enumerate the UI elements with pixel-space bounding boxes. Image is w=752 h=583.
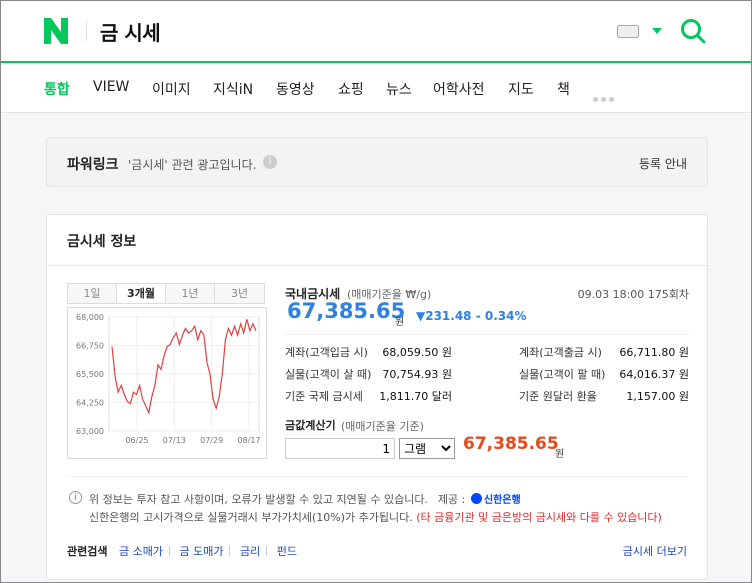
price-change: ▼231.48 - 0.34% bbox=[416, 309, 527, 323]
notice-text: 위 정보는 투자 참고 사항이며, 오류가 발생할 수 있고 지연될 수 있습니… bbox=[89, 493, 428, 506]
header-divider bbox=[86, 21, 87, 41]
divider bbox=[285, 334, 689, 335]
info-icon: i bbox=[69, 491, 82, 504]
y-tick-label: 63,000 bbox=[76, 427, 104, 436]
card-title: 금시세 정보 bbox=[67, 234, 137, 250]
powerlink-title: 파워링크 bbox=[67, 157, 119, 173]
rate-value: 70,754.93 원 bbox=[382, 368, 452, 381]
price-chart: 68,000 66,750 65,500 64,250 63,000 06/25 07/13… bbox=[67, 307, 267, 459]
related-searches: 관련검색 금 소매가 금 도매가 금리 펀드 bbox=[67, 543, 297, 559]
more-tabs-icon[interactable] bbox=[593, 87, 617, 106]
rate-row: 실물(고객이 살 때) 70,754.93 원 bbox=[285, 366, 452, 381]
related-link[interactable]: 펀드 bbox=[277, 545, 297, 558]
current-price: 67,385.65 bbox=[287, 299, 406, 323]
notice-line-2: 신한은행의 고시가격으로 실물거래시 부가가치세(10%)가 추가됩니다. (타… bbox=[89, 509, 662, 525]
tab-video[interactable]: 동영상 bbox=[276, 79, 315, 99]
rate-row: 기준 국제 금시세 1,811.70 달러 bbox=[285, 388, 452, 403]
x-tick-label: 06/25 bbox=[125, 436, 148, 445]
search-tabs: 통합 VIEW 이미지 지식iN 동영상 쇼핑 뉴스 어학사전 지도 책 bbox=[0, 65, 752, 113]
rate-value: 64,016.37 원 bbox=[619, 368, 689, 381]
notice-line-1: 위 정보는 투자 참고 사항이며, 오류가 발생할 수 있고 지연될 수 있습니… bbox=[89, 491, 521, 507]
period-tab-1d[interactable]: 1일 bbox=[68, 284, 117, 303]
rate-value: 68,059.50 원 bbox=[382, 346, 452, 359]
y-tick-label: 65,500 bbox=[76, 370, 104, 379]
powerlink-banner: 파워링크 '금시세' 관련 광고입니다. i 등록 안내 bbox=[46, 137, 708, 187]
rate-label: 기준 원달러 환율 bbox=[519, 390, 597, 403]
divider bbox=[47, 265, 707, 266]
domestic-date: 09.03 18:00 175회차 bbox=[577, 288, 689, 301]
search-icon[interactable] bbox=[680, 18, 706, 44]
y-tick-label: 68,000 bbox=[76, 313, 104, 322]
powerlink-desc: '금시세' 관련 광고입니다. bbox=[128, 158, 257, 172]
rate-label: 계좌(고객입금 시) bbox=[285, 346, 368, 359]
period-tab-3m[interactable]: 3개월 bbox=[117, 284, 166, 303]
register-link[interactable]: 등록 안내 bbox=[639, 155, 687, 172]
rate-label: 실물(고객이 팔 때) bbox=[519, 368, 606, 381]
tab-news[interactable]: 뉴스 bbox=[386, 79, 412, 99]
domestic-price-panel: 국내금시세 (매매기준율 ₩/g) 09.03 18:00 175회차 67,3… bbox=[285, 283, 689, 463]
period-tab-3y[interactable]: 3년 bbox=[215, 284, 264, 303]
related-link[interactable]: 금 도매가 bbox=[179, 545, 223, 558]
header: 금 시세 bbox=[0, 0, 752, 63]
tab-book[interactable]: 책 bbox=[557, 79, 570, 99]
related-title: 관련검색 bbox=[67, 545, 108, 558]
tab-shopping[interactable]: 쇼핑 bbox=[338, 79, 364, 99]
calculator-title: 금값계산기 bbox=[285, 419, 336, 432]
related-link[interactable]: 금 소매가 bbox=[119, 545, 163, 558]
rate-row: 계좌(고객입금 시) 68,059.50 원 bbox=[285, 344, 452, 359]
provider-name[interactable]: 신한은행 bbox=[484, 495, 521, 506]
x-tick-label: 07/13 bbox=[163, 436, 186, 445]
info-icon[interactable]: i bbox=[263, 155, 277, 169]
price-unit: 원 bbox=[395, 317, 405, 328]
calculator-unit: 원 bbox=[555, 449, 565, 460]
x-tick-label: 07/29 bbox=[200, 436, 223, 445]
unit-select[interactable]: 그램 bbox=[399, 438, 455, 459]
rate-label: 실물(고객이 살 때) bbox=[285, 368, 372, 381]
tab-dictionary[interactable]: 어학사전 bbox=[433, 79, 485, 99]
related-link[interactable]: 금리 bbox=[240, 545, 260, 558]
naver-logo[interactable] bbox=[44, 18, 68, 44]
chevron-down-icon[interactable] bbox=[652, 28, 662, 34]
tab-view[interactable]: VIEW bbox=[93, 79, 129, 95]
rate-value: 1,811.70 달러 bbox=[379, 390, 452, 403]
keyboard-icon[interactable] bbox=[617, 25, 639, 38]
tab-map[interactable]: 지도 bbox=[508, 79, 534, 99]
rate-row: 기준 원달러 환율 1,157.00 원 bbox=[519, 388, 689, 403]
calculator-sub: (매매기준율 기준) bbox=[341, 420, 424, 433]
rate-value: 1,157.00 원 bbox=[626, 390, 689, 403]
y-tick-label: 64,250 bbox=[76, 399, 104, 408]
calculator-result: 67,385.65 bbox=[463, 434, 559, 454]
provider-label: 제공 : bbox=[437, 493, 466, 506]
notice-text: 신한은행의 고시가격으로 실물거래시 부가가치세(10%)가 추가됩니다. bbox=[89, 511, 413, 524]
y-tick-label: 66,750 bbox=[76, 342, 104, 351]
notice-warning: (타 금융기관 및 금은방의 금시세와 다를 수 있습니다) bbox=[416, 511, 662, 524]
period-tab-1y[interactable]: 1년 bbox=[166, 284, 215, 303]
rate-label: 기준 국제 금시세 bbox=[285, 390, 363, 403]
tab-image[interactable]: 이미지 bbox=[152, 79, 191, 99]
rate-row: 계좌(고객출금 시) 66,711.80 원 bbox=[519, 344, 689, 359]
search-query[interactable]: 금 시세 bbox=[100, 17, 161, 46]
x-tick-label: 08/17 bbox=[237, 436, 260, 445]
tab-integrated[interactable]: 통합 bbox=[44, 79, 70, 99]
quantity-input[interactable] bbox=[285, 438, 395, 459]
rate-label: 계좌(고객출금 시) bbox=[519, 346, 602, 359]
more-link[interactable]: 금시세 더보기 bbox=[623, 543, 687, 559]
rate-value: 66,711.80 원 bbox=[619, 346, 689, 359]
shinhan-logo-icon bbox=[470, 493, 482, 504]
period-tabs: 1일 3개월 1년 3년 bbox=[67, 283, 265, 304]
tab-kin[interactable]: 지식iN bbox=[213, 79, 253, 99]
rate-row: 실물(고객이 팔 때) 64,016.37 원 bbox=[519, 366, 689, 381]
gold-price-card: 금시세 정보 1일 3개월 1년 3년 68,000 66,750 65,500 64… bbox=[46, 214, 708, 580]
divider bbox=[67, 476, 687, 477]
